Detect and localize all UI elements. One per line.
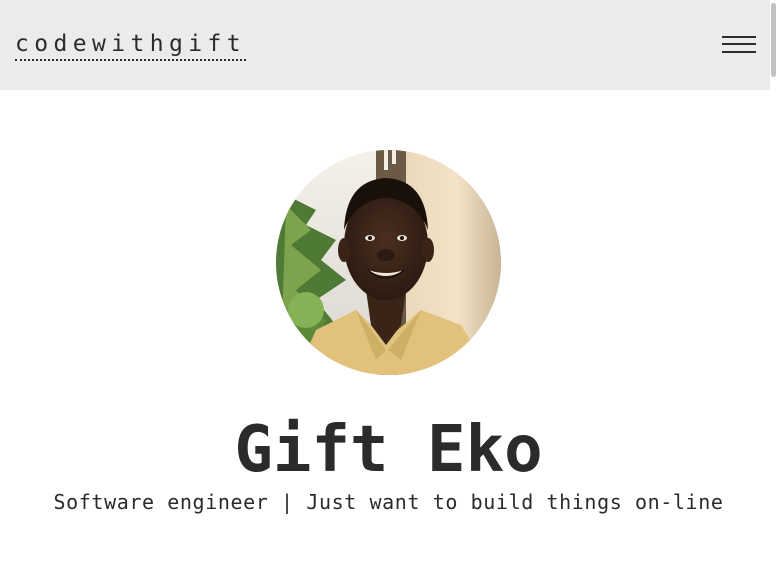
menu-bar-top [722, 36, 756, 38]
profile-avatar [276, 150, 501, 375]
profile-tagline: Software engineer | Just want to build t… [53, 490, 724, 514]
scrollbar-thumb[interactable] [771, 3, 776, 77]
menu-bar-bottom [722, 51, 756, 53]
profile-name: Gift Eko [234, 413, 543, 487]
brand-logo-link[interactable]: codewithgift [15, 30, 246, 61]
menu-bar-middle [722, 43, 756, 45]
site-header: codewithgift [0, 0, 770, 90]
hamburger-menu-icon[interactable] [722, 33, 756, 57]
profile-photo [276, 150, 501, 375]
